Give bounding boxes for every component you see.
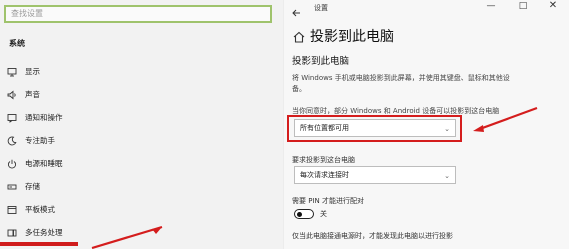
focus-assist-icon — [7, 136, 17, 146]
multitasking-icon — [7, 228, 17, 238]
highlight-underline — [0, 242, 78, 246]
screenshot-root: 查找设置 系统 显示 声音 通知和操作 专注助手 电源和睡眠 存储 平板模式 多… — [0, 0, 569, 249]
chevron-down-icon: ⌄ — [444, 172, 450, 180]
sidebar-item-label: 多任务处理 — [25, 228, 63, 237]
annotation-arrow — [473, 106, 538, 132]
maximize-button[interactable]: □ — [516, 1, 530, 11]
window-title: 设置 — [314, 4, 328, 12]
sidebar-item-sound[interactable]: 声音 — [0, 85, 283, 107]
sidebar-item-label: 显示 — [25, 67, 40, 76]
settings-sidebar: 查找设置 系统 显示 声音 通知和操作 专注助手 电源和睡眠 存储 平板模式 多… — [0, 0, 283, 249]
window-titlebar: 设置 — □ ✕ — [284, 0, 569, 17]
section-heading: 投影到此电脑 — [292, 56, 350, 67]
home-icon — [292, 29, 306, 43]
storage-icon — [7, 182, 17, 192]
sidebar-item-label: 通知和操作 — [25, 113, 63, 122]
sidebar-item-label: 存储 — [25, 182, 40, 191]
sidebar-item-label: 电源和睡眠 — [25, 159, 63, 168]
request-dropdown[interactable]: 每次请求连接时 ⌄ — [294, 166, 456, 184]
highlight-box — [287, 115, 462, 142]
sidebar-item-tablet-mode[interactable]: 平板模式 — [0, 200, 283, 222]
power-discovery-label: 仅当此电脑接通电源时，才能发现此电脑以进行投影 — [292, 232, 453, 240]
power-icon — [7, 159, 17, 169]
page-title: 投影到此电脑 — [310, 29, 394, 45]
sidebar-item-notifications[interactable]: 通知和操作 — [0, 108, 283, 130]
notifications-icon — [7, 113, 17, 123]
sidebar-item-storage[interactable]: 存储 — [0, 177, 283, 199]
sidebar-item-power[interactable]: 电源和睡眠 — [0, 154, 283, 176]
dropdown-value: 每次请求连接时 — [300, 171, 349, 179]
toggle-state-label: 关 — [320, 210, 327, 218]
sidebar-item-label: 专注助手 — [25, 136, 55, 145]
sound-icon — [7, 90, 17, 100]
search-input[interactable]: 查找设置 — [4, 5, 272, 23]
close-button[interactable]: ✕ — [546, 0, 560, 11]
sidebar-item-label: 平板模式 — [25, 205, 55, 214]
sidebar-item-display[interactable]: 显示 — [0, 62, 283, 84]
project-to-pc-window: 设置 — □ ✕ 投影到此电脑 投影到此电脑 将 Windows 手机或电脑投影… — [284, 0, 569, 249]
display-icon — [7, 67, 17, 77]
sidebar-item-focus-assist[interactable]: 专注助手 — [0, 131, 283, 153]
pin-label: 需要 PIN 才能进行配对 — [292, 197, 364, 205]
sidebar-item-label: 声音 — [25, 90, 40, 99]
description-text: 将 Windows 手机或电脑投影到此屏幕，并使用其键盘、鼠标和其他设备。 — [292, 74, 510, 93]
annotation-arrow — [91, 225, 163, 249]
toggle-knob — [297, 211, 302, 217]
minimize-button[interactable]: — — [484, 1, 498, 11]
section-title: 系统 — [9, 39, 25, 48]
tablet-mode-icon — [7, 205, 17, 215]
pin-toggle[interactable] — [294, 209, 314, 219]
back-arrow-icon[interactable] — [291, 3, 301, 17]
request-label: 要求投影到这台电脑 — [292, 156, 355, 164]
